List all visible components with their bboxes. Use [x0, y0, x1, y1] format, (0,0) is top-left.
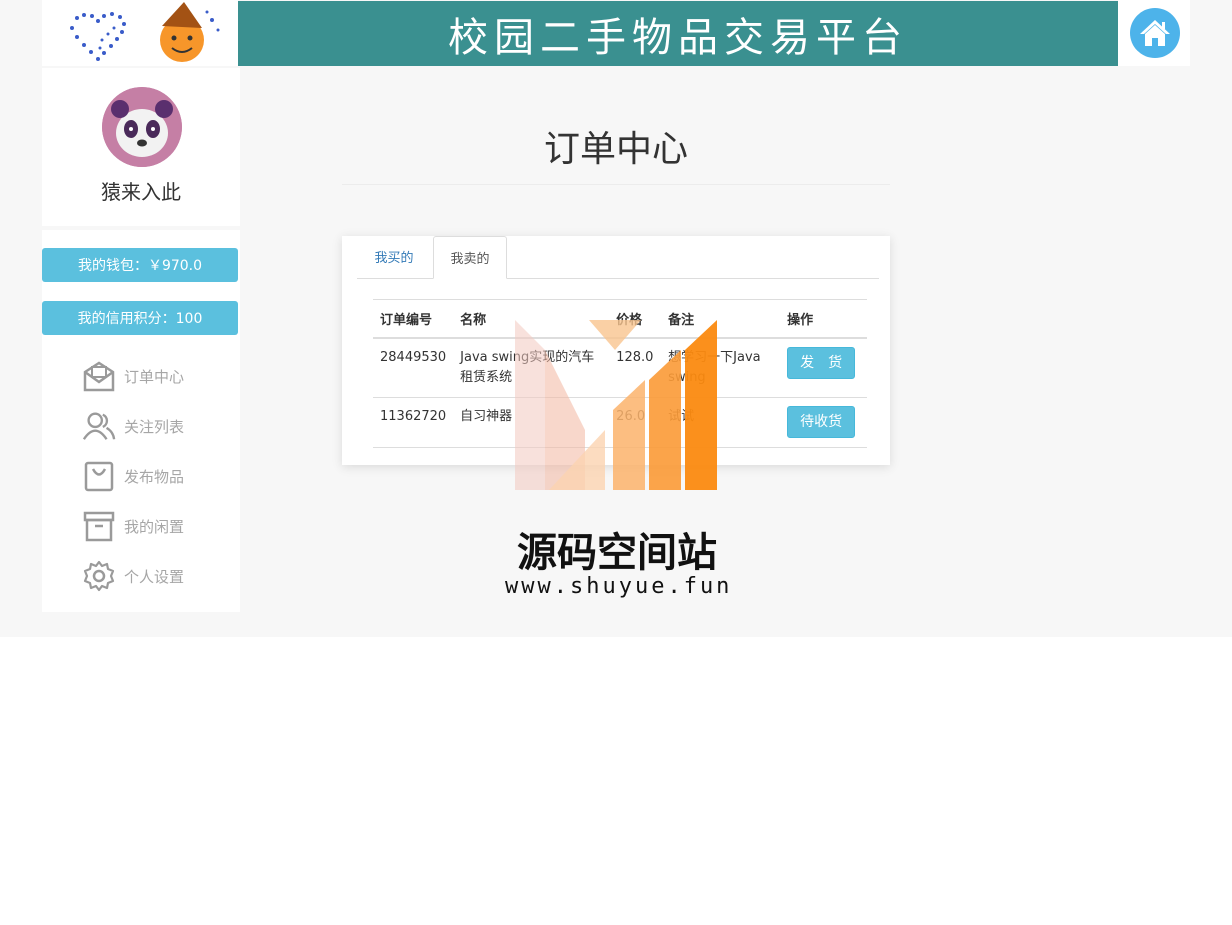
- panda-avatar-icon: [102, 87, 182, 167]
- column-header-action: 操作: [780, 299, 867, 339]
- gear-icon: [82, 559, 116, 593]
- avatar[interactable]: [102, 87, 182, 167]
- order-note: 试试: [661, 397, 781, 448]
- column-header-order-id: 订单编号: [373, 299, 454, 339]
- order-price: 26.0: [609, 397, 662, 448]
- wallet-button[interactable]: 我的钱包：￥970.0: [42, 248, 238, 282]
- orders-panel: 我买的 我卖的 订单编号 名称 价格 备注 操作 28449530 Java s…: [342, 236, 890, 465]
- home-icon: [1140, 20, 1170, 46]
- site-logo[interactable]: [42, 0, 238, 66]
- credit-score-button[interactable]: 我的信用积分：100: [42, 301, 238, 335]
- orders-table: 订单编号 名称 价格 备注 操作 28449530 Java swing实现的汽…: [373, 299, 867, 448]
- sidebar-item-label: 发布物品: [124, 467, 185, 486]
- order-action-cell: 待收货: [780, 397, 867, 448]
- users-icon: [82, 409, 116, 443]
- bag-icon: [82, 459, 116, 493]
- order-note: 想学习一下Java swing: [661, 338, 781, 398]
- ship-button[interactable]: 发 货: [787, 347, 856, 379]
- order-action-cell: 发 货: [780, 338, 867, 398]
- order-id: 28449530: [373, 338, 454, 398]
- tab-bought[interactable]: 我买的: [357, 236, 431, 277]
- order-name: 自习神器: [453, 397, 610, 448]
- envelope-icon: [82, 359, 116, 393]
- tab-sold[interactable]: 我卖的: [433, 236, 507, 279]
- order-id: 11362720: [373, 397, 454, 448]
- header: 校园二手物品交易平台: [42, 0, 1190, 66]
- home-area: [1118, 0, 1190, 66]
- sidebar-item-publish[interactable]: 发布物品: [82, 458, 222, 494]
- order-name: Java swing实现的汽车租赁系统: [453, 338, 610, 398]
- profile-card: 猿来入此: [42, 68, 240, 226]
- table-header-row: 订单编号 名称 价格 备注 操作: [373, 299, 867, 339]
- order-price: 128.0: [609, 338, 662, 398]
- site-banner-title: 校园二手物品交易平台: [238, 1, 1118, 66]
- order-tabs: 我买的 我卖的: [357, 236, 879, 279]
- column-header-note: 备注: [661, 299, 781, 339]
- archive-icon: [82, 509, 116, 543]
- sidebar-item-settings[interactable]: 个人设置: [82, 558, 222, 594]
- table-row: 28449530 Java swing实现的汽车租赁系统 128.0 想学习一下…: [373, 338, 867, 398]
- column-header-price: 价格: [609, 299, 662, 339]
- sidebar-item-label: 个人设置: [124, 567, 185, 586]
- sidebar-item-my-idle[interactable]: 我的闲置: [82, 508, 222, 544]
- sidebar-item-label: 我的闲置: [124, 517, 185, 536]
- sidebar-item-label: 关注列表: [124, 417, 185, 436]
- await-receipt-button[interactable]: 待收货: [787, 406, 856, 438]
- logo-illustration: [70, 2, 220, 62]
- sidebar-item-following[interactable]: 关注列表: [82, 408, 222, 444]
- divider: [342, 184, 890, 185]
- home-button[interactable]: [1130, 8, 1180, 58]
- column-header-name: 名称: [453, 299, 610, 339]
- sidebar-item-label: 订单中心: [124, 367, 185, 386]
- sidebar: 我的钱包：￥970.0 我的信用积分：100 订单中心 关注列表 发布物品 我的…: [42, 230, 240, 612]
- username: 猿来入此: [101, 180, 181, 204]
- page-title: 订单中心: [543, 129, 688, 170]
- table-row: 11362720 自习神器 26.0 试试 待收货: [373, 397, 867, 448]
- sidebar-item-orders[interactable]: 订单中心: [82, 358, 222, 394]
